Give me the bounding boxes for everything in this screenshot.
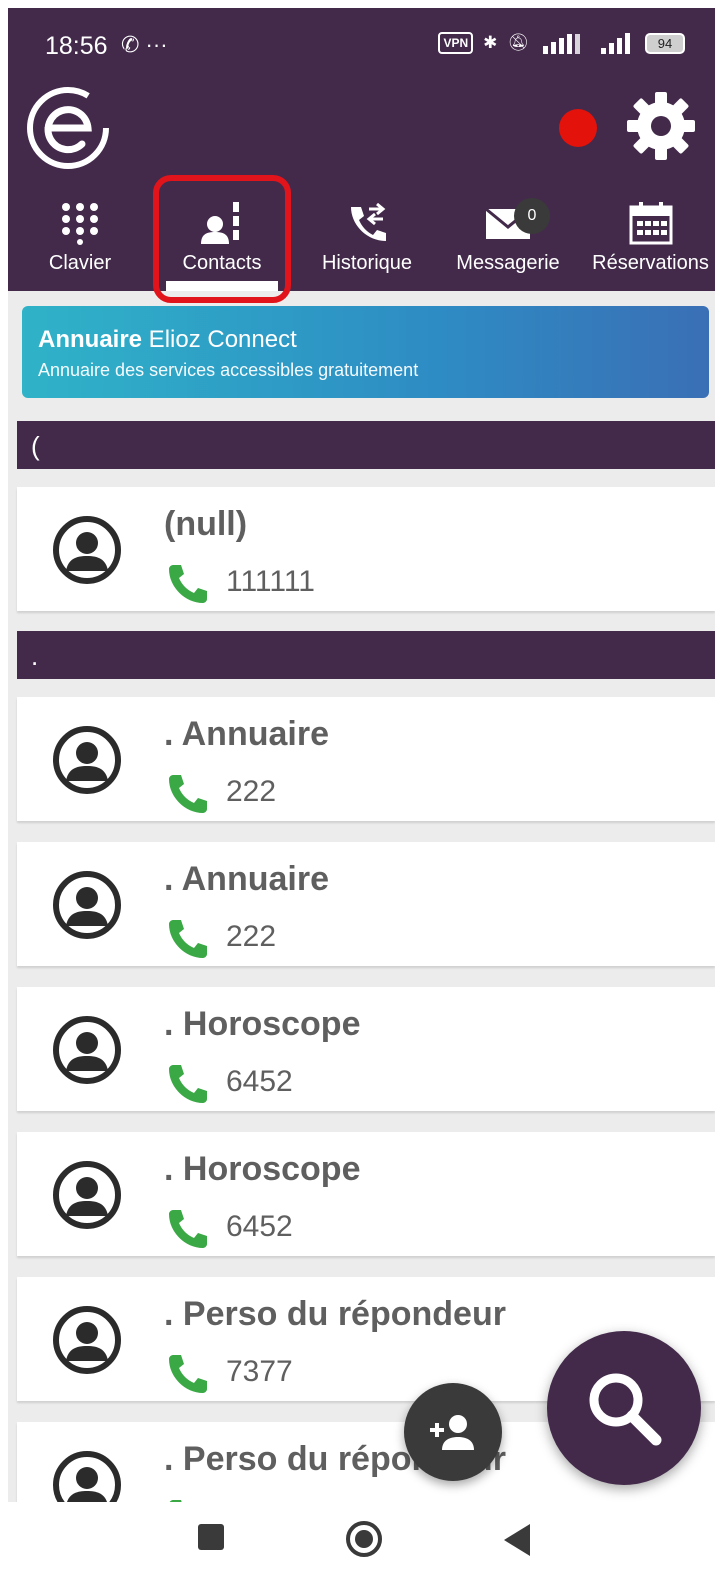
contact-card[interactable]: . Annuaire 222	[17, 842, 715, 966]
search-icon	[589, 1373, 662, 1446]
tab-historique[interactable]: Historique	[312, 194, 422, 291]
section-header: .	[17, 631, 715, 679]
contacts-tab-highlight	[153, 175, 291, 303]
contact-number: 6452	[226, 1210, 293, 1243]
contact-name: . Annuaire	[164, 715, 329, 753]
tab-label: Réservations	[592, 252, 709, 274]
tab-label: Messagerie	[456, 252, 560, 274]
avatar-icon	[53, 726, 121, 794]
phone-icon[interactable]	[167, 918, 207, 958]
phone-icon[interactable]	[167, 1353, 207, 1393]
messagerie-badge: 0	[514, 198, 550, 234]
status-right-icons: VPN ✱ 🔕︎ 94	[438, 32, 685, 54]
system-nav-bar	[0, 1502, 720, 1574]
contact-number: 6452	[226, 1065, 293, 1098]
bluetooth-icon: ✱	[483, 33, 498, 52]
phone-icon[interactable]	[167, 1063, 207, 1103]
back-button[interactable]	[504, 1524, 532, 1556]
mute-bell-icon: 🔕︎	[507, 33, 529, 52]
contact-name: . Perso du répondeur	[164, 1295, 506, 1333]
contact-number: 222	[226, 920, 277, 953]
avatar-icon	[53, 1161, 121, 1229]
banner-title-bold: Annuaire	[38, 326, 143, 353]
contact-card[interactable]: . Horoscope 6452	[17, 987, 715, 1111]
tab-messagerie[interactable]: Messagerie	[448, 194, 568, 291]
contact-card[interactable]: . Annuaire 222	[17, 697, 715, 821]
status-time: 18:56	[45, 32, 108, 60]
status-indicator-dot[interactable]	[559, 109, 597, 147]
settings-gear-icon[interactable]	[625, 90, 697, 162]
avatar-icon	[53, 516, 121, 584]
recents-button[interactable]	[198, 1524, 224, 1550]
contact-number: 111111	[226, 565, 315, 598]
contact-name: (null)	[164, 505, 248, 543]
tab-label: Clavier	[48, 252, 112, 274]
calendar-icon	[629, 202, 672, 245]
banner-subtitle: Annuaire des services accessibles gratui…	[38, 360, 419, 380]
contact-name: . Horoscope	[164, 1150, 361, 1188]
banner-title: Annuaire Elioz Connect	[38, 326, 693, 354]
section-header: (	[17, 421, 715, 469]
phone-icon[interactable]	[167, 773, 207, 813]
back-triangle-icon	[504, 1524, 530, 1556]
avatar-icon	[53, 1016, 121, 1084]
contact-card[interactable]: (null) 111111	[17, 487, 715, 611]
home-button[interactable]	[345, 1520, 383, 1558]
tab-reservations[interactable]: Réservations	[586, 194, 715, 291]
circle-icon	[346, 1521, 382, 1557]
status-notification-icons: ✆ ···	[121, 32, 168, 57]
annuaire-banner[interactable]: Annuaire Elioz Connect Annuaire des serv…	[22, 306, 709, 398]
contact-number: 7377	[226, 1355, 293, 1388]
status-bar: 18:56 ✆ ··· VPN ✱ 🔕︎ 94	[8, 8, 715, 84]
elioz-logo	[27, 87, 109, 169]
contact-card[interactable]: . Horoscope 6452	[17, 1132, 715, 1256]
contact-number: 222	[226, 775, 277, 808]
tab-label: Historique	[321, 252, 413, 274]
banner-title-rest: Elioz Connect	[142, 326, 297, 353]
signal-2-icon	[601, 33, 630, 54]
avatar-icon	[53, 1451, 121, 1502]
app-header: 18:56 ✆ ··· VPN ✱ 🔕︎ 94 Clavier Contacts…	[8, 8, 715, 291]
tab-clavier[interactable]: Clavier	[28, 194, 132, 291]
dialpad-icon	[62, 203, 98, 245]
avatar-icon	[53, 871, 121, 939]
call-history-icon	[351, 203, 386, 241]
tab-bar: Clavier Contacts Historique Messagerie R…	[8, 194, 715, 291]
battery-icon: 94	[645, 32, 685, 54]
add-contact-button[interactable]	[404, 1383, 502, 1481]
vpn-icon: VPN	[438, 32, 474, 54]
add-person-icon	[430, 1415, 474, 1450]
contact-name: . Horoscope	[164, 1005, 361, 1043]
avatar-icon	[53, 1306, 121, 1374]
app-screen: 18:56 ✆ ··· VPN ✱ 🔕︎ 94 Clavier Contacts…	[8, 8, 715, 1502]
phone-icon[interactable]	[167, 563, 207, 603]
phone-icon[interactable]	[167, 1208, 207, 1248]
signal-icon	[543, 34, 580, 54]
square-icon	[198, 1524, 224, 1550]
contact-name: . Annuaire	[164, 860, 329, 898]
search-button[interactable]	[547, 1331, 701, 1485]
